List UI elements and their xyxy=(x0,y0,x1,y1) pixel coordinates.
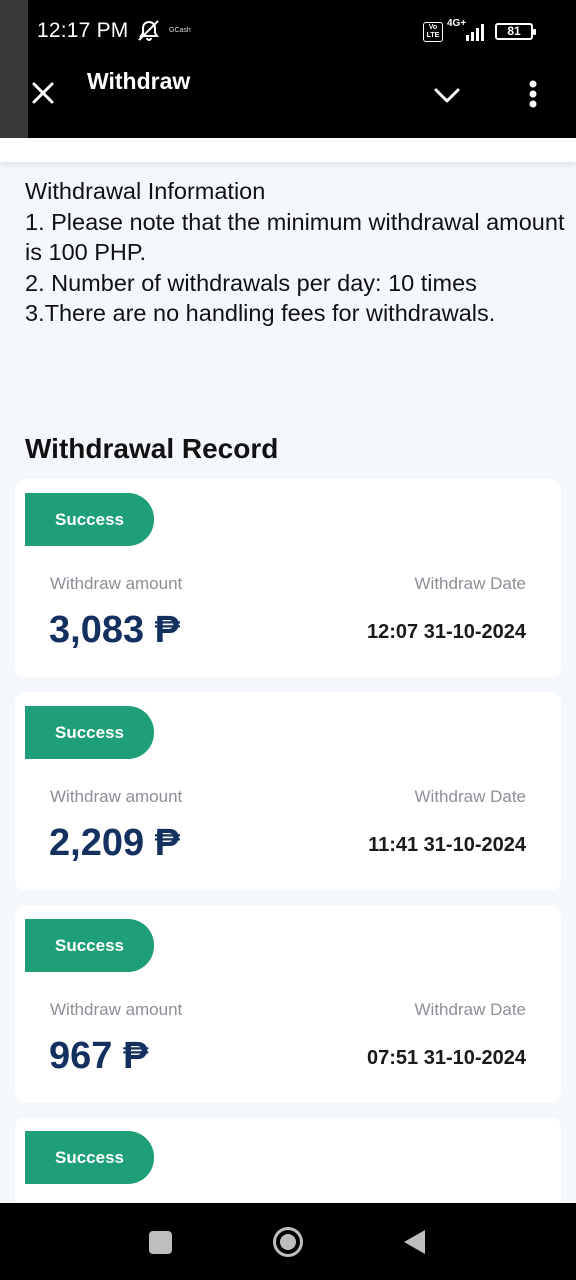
info-heading: Withdrawal Information xyxy=(25,178,266,204)
withdrawal-record: Success xyxy=(15,1117,561,1203)
info-line-1: 1. Please note that the minimum withdraw… xyxy=(25,208,565,266)
page-title: Withdraw xyxy=(87,68,191,94)
amount-label: Withdraw amount xyxy=(50,574,183,593)
date-label: Withdraw Date xyxy=(414,1000,526,1019)
status-bar: 12:17 PM GCash Vo LTE 4G+ 81 xyxy=(0,0,576,138)
left-edge-strip xyxy=(0,64,28,138)
amount-value: 967 ₱ xyxy=(49,1035,149,1077)
battery-icon: 81 xyxy=(495,23,536,40)
status-badge: Success xyxy=(25,1131,154,1184)
info-line-2: 2. Number of withdrawals per day: 10 tim… xyxy=(25,269,477,296)
more-vertical-icon[interactable] xyxy=(522,78,544,110)
amount-value: 2,209 ₱ xyxy=(49,822,180,864)
withdrawal-record: Success Withdraw amount Withdraw Date 3,… xyxy=(15,479,561,677)
back-icon[interactable] xyxy=(401,1228,427,1256)
chevron-down-icon[interactable] xyxy=(432,82,462,108)
date-label: Withdraw Date xyxy=(414,787,526,806)
section-title: Withdrawal Record xyxy=(25,433,279,464)
amount-label: Withdraw amount xyxy=(50,787,183,806)
withdrawal-record: Success Withdraw amount Withdraw Date 2,… xyxy=(15,692,561,890)
signal-icon xyxy=(466,24,484,41)
date-label: Withdraw Date xyxy=(414,574,526,593)
status-badge: Success xyxy=(25,706,154,759)
status-time: 12:17 PM xyxy=(37,19,129,42)
mute-icon xyxy=(138,20,159,41)
amount-value: 3,083 ₱ xyxy=(49,609,180,651)
content-top-edge xyxy=(0,138,576,162)
date-value: 07:51 31-10-2024 xyxy=(366,1047,526,1069)
amount-label: Withdraw amount xyxy=(50,1000,183,1019)
status-badge: Success xyxy=(25,493,154,546)
date-value: 11:41 31-10-2024 xyxy=(368,834,526,856)
gcash-notification-label: GCash xyxy=(169,27,191,34)
system-nav-bar xyxy=(0,1203,576,1280)
status-badge: Success xyxy=(25,919,154,972)
close-icon[interactable] xyxy=(28,78,58,108)
app-bar: Withdraw xyxy=(0,64,576,138)
withdrawal-record: Success Withdraw amount Withdraw Date 96… xyxy=(15,905,561,1103)
home-icon[interactable] xyxy=(272,1226,304,1258)
recents-icon[interactable] xyxy=(149,1231,172,1254)
info-line-3: 3.There are no handling fees for withdra… xyxy=(25,300,496,326)
date-value: 12:07 31-10-2024 xyxy=(366,621,526,643)
volte-icon: Vo LTE xyxy=(423,22,443,42)
withdrawal-information: Withdrawal Information 1. Please note th… xyxy=(25,176,565,329)
